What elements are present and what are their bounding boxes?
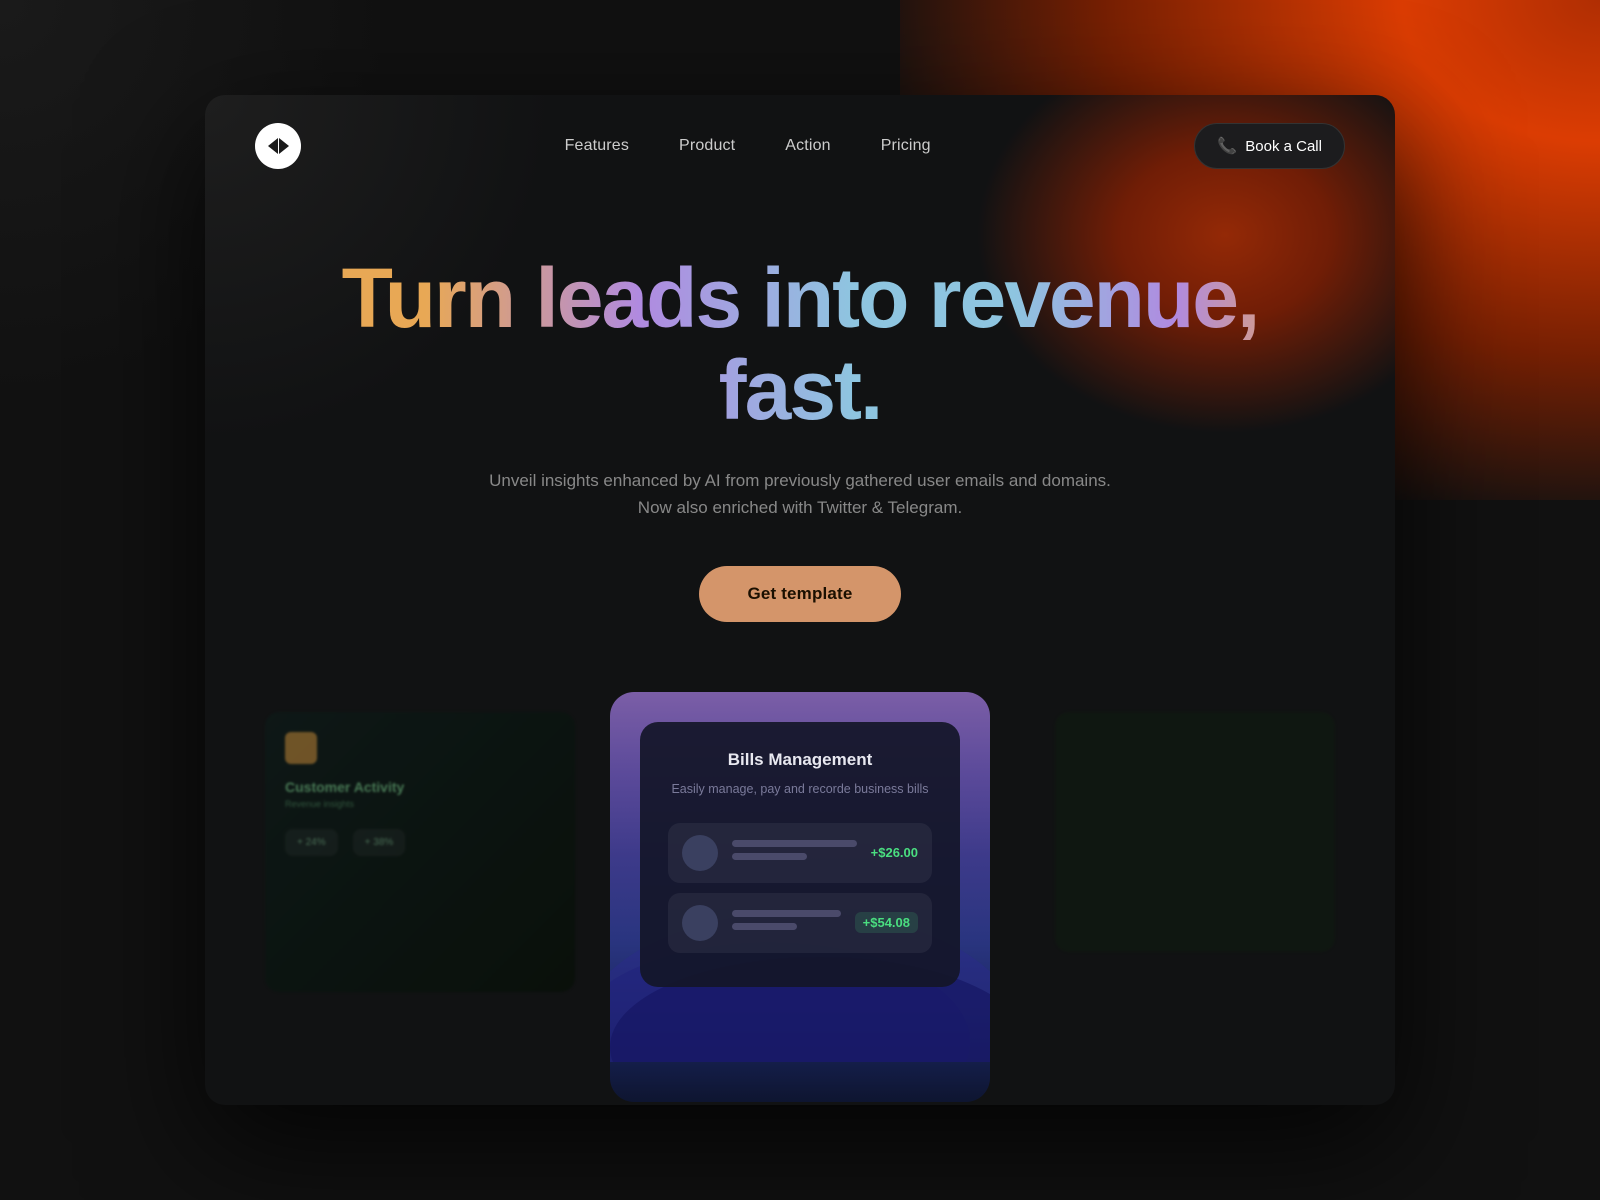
logo[interactable] xyxy=(255,123,301,169)
navbar: Features Product Action Pricing 📞 Book a… xyxy=(205,95,1395,197)
hero-subtitle-line1: Unveil insights enhanced by AI from prev… xyxy=(489,471,1111,490)
hero-visual: Customer Activity Revenue insights + 24%… xyxy=(205,692,1395,1102)
nav-link-pricing[interactable]: Pricing xyxy=(881,137,931,154)
bill-amount-1: +$26.00 xyxy=(871,845,918,860)
bill-info-1 xyxy=(732,840,857,866)
bill-avatar-1 xyxy=(682,835,718,871)
bill-avatar-2 xyxy=(682,905,718,941)
get-template-button[interactable]: Get template xyxy=(699,566,900,622)
bill-info-2 xyxy=(732,910,841,936)
left-screenshot-stats: + 24% + 38% xyxy=(285,829,555,856)
stat-1: + 24% xyxy=(285,829,338,856)
bills-card: Bills Management Easily manage, pay and … xyxy=(640,722,960,987)
phone-icon: 📞 xyxy=(1217,136,1237,156)
bills-card-title: Bills Management xyxy=(668,750,932,770)
book-call-button[interactable]: 📞 Book a Call xyxy=(1194,123,1345,169)
left-screenshot-sub: Revenue insights xyxy=(285,799,555,809)
bill-row-2: +$54.08 xyxy=(668,893,932,953)
hero-subtitle: Unveil insights enhanced by AI from prev… xyxy=(265,467,1335,521)
nav-item-features[interactable]: Features xyxy=(565,137,629,155)
book-call-label: Book a Call xyxy=(1245,138,1322,155)
nav-item-product[interactable]: Product xyxy=(679,137,735,155)
left-screenshot-icon xyxy=(285,732,317,764)
bill-row-1: +$26.00 xyxy=(668,823,932,883)
nav-links: Features Product Action Pricing xyxy=(565,137,931,155)
bills-card-subtitle: Easily manage, pay and recorde business … xyxy=(668,780,932,799)
bill-line-2b xyxy=(732,923,797,930)
center-card-bg: Bills Management Easily manage, pay and … xyxy=(610,692,990,1102)
bill-line-1b xyxy=(732,853,807,860)
nav-item-action[interactable]: Action xyxy=(785,137,830,155)
nav-link-product[interactable]: Product xyxy=(679,137,735,154)
bill-line-1a xyxy=(732,840,857,847)
main-window: Features Product Action Pricing 📞 Book a… xyxy=(205,95,1395,1105)
logo-arrow-right-icon xyxy=(279,138,289,154)
logo-arrow-left-icon xyxy=(268,138,278,154)
right-screenshot xyxy=(1055,712,1335,952)
nav-link-features[interactable]: Features xyxy=(565,137,629,154)
hero-section: Turn leads into revenue, fast. Unveil in… xyxy=(205,197,1395,662)
left-screenshot-title: Customer Activity xyxy=(285,779,555,795)
bill-amount-2: +$54.08 xyxy=(855,912,918,933)
hero-subtitle-line2: Now also enriched with Twitter & Telegra… xyxy=(638,498,962,517)
left-screenshot: Customer Activity Revenue insights + 24%… xyxy=(265,712,575,992)
bill-line-2a xyxy=(732,910,841,917)
stat-2: + 38% xyxy=(353,829,406,856)
hero-title: Turn leads into revenue, fast. xyxy=(265,252,1335,437)
nav-link-action[interactable]: Action xyxy=(785,137,830,154)
center-card-wrapper: Bills Management Easily manage, pay and … xyxy=(610,692,990,1102)
nav-item-pricing[interactable]: Pricing xyxy=(881,137,931,155)
